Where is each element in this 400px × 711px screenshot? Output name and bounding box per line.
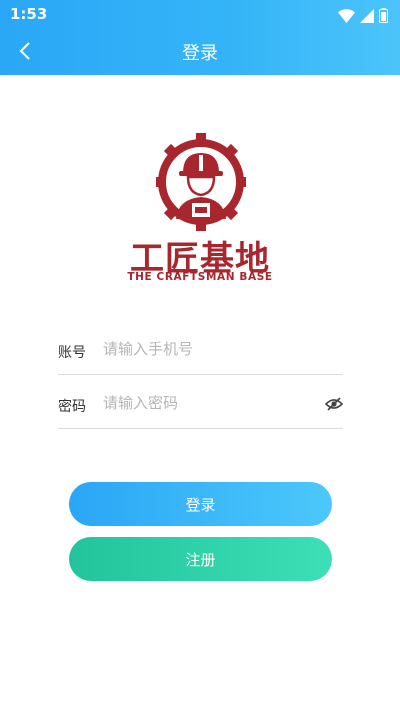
battery-icon xyxy=(379,8,388,23)
status-bar: 1:53 xyxy=(0,0,400,26)
account-input[interactable] xyxy=(103,336,318,362)
signal-icon xyxy=(359,8,374,23)
register-button[interactable]: 注册 xyxy=(69,537,332,581)
password-field: 密码 xyxy=(58,374,344,429)
account-label: 账号 xyxy=(58,345,86,361)
account-field: 账号 xyxy=(58,320,343,375)
worker-gear-emblem xyxy=(156,133,246,231)
password-visibility-toggle[interactable] xyxy=(324,396,344,411)
status-icons xyxy=(337,5,388,23)
status-time: 1:53 xyxy=(10,5,48,23)
password-label: 密码 xyxy=(58,399,86,415)
app-header: 1:53 登录 xyxy=(0,0,400,75)
login-button[interactable]: 登录 xyxy=(69,482,332,526)
craftsman-base-logo: 工匠基地 THE CRAFTSMAN BASE xyxy=(110,133,290,287)
logo-subtitle: THE CRAFTSMAN BASE xyxy=(127,271,273,283)
page-title: 登录 xyxy=(182,43,218,64)
eye-off-icon xyxy=(324,397,344,411)
password-input[interactable] xyxy=(103,390,318,416)
wifi-icon xyxy=(337,8,355,23)
